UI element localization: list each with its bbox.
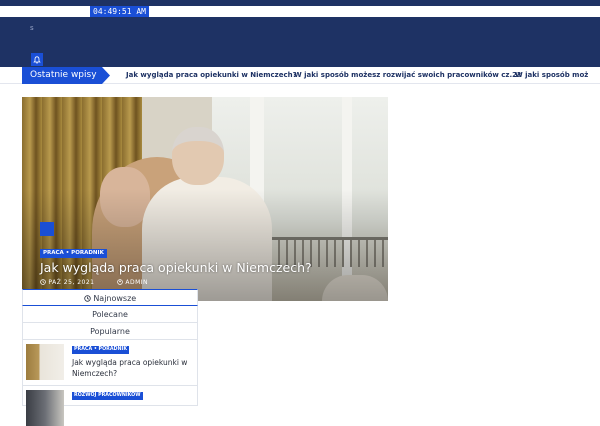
tab-featured[interactable]: Polecane (22, 306, 198, 323)
hero-date: PAŹ 25, 2021 (40, 279, 107, 286)
hero-date-text: PAŹ 25, 2021 (48, 279, 95, 286)
notification-button[interactable] (31, 53, 43, 66)
ticker-label: Ostatnie wpisy (22, 67, 110, 84)
clock-icon (40, 279, 46, 285)
tab-latest-label: Najnowsze (93, 294, 137, 303)
post-thumbnail[interactable] (26, 344, 64, 380)
site-logo-mark[interactable]: s (30, 24, 34, 32)
post-title[interactable]: Jak wygląda praca opiekunki w Niemczech? (72, 357, 194, 379)
hero-author-text: ADMIN (125, 279, 149, 286)
hero-category-badge[interactable]: PRACA • PORADNIK (40, 249, 107, 258)
hero-meta: PAŹ 25, 2021 ADMIN (40, 279, 168, 286)
hero-title[interactable]: Jak wygląda praca opiekunki w Niemczech? (40, 260, 380, 275)
bell-icon (33, 55, 41, 64)
ticker-item[interactable]: W jaki sposób moż (515, 67, 588, 84)
clock-display: 04:49:51 AM (90, 6, 149, 17)
post-category-badge[interactable]: ROZWÓJ PRACOWNIKÓW (72, 392, 143, 400)
tab-latest[interactable]: Najnowsze (22, 289, 198, 306)
list-item[interactable]: PRACA • PORADNIK Jak wygląda praca opiek… (22, 340, 198, 386)
post-thumbnail[interactable] (26, 390, 64, 426)
post-category-badge[interactable]: PRACA • PORADNIK (72, 346, 130, 354)
posts-tabs: Najnowsze Polecane Popularne (22, 289, 198, 340)
user-icon (117, 279, 123, 285)
clock-icon (84, 295, 91, 302)
ticker-item[interactable]: Jak wygląda praca opiekunki w Niemczech? (126, 67, 297, 84)
tab-popular[interactable]: Popularne (22, 323, 198, 340)
site-header (0, 19, 600, 67)
tab-featured-label: Polecane (92, 310, 128, 319)
tab-popular-label: Popularne (90, 327, 130, 336)
format-icon (40, 222, 54, 236)
list-item[interactable]: ROZWÓJ PRACOWNIKÓW (22, 386, 198, 426)
featured-post[interactable]: PRACA • PORADNIK Jak wygląda praca opiek… (22, 97, 388, 301)
hero-author[interactable]: ADMIN (117, 279, 158, 286)
ticker-item[interactable]: W jaki sposób możesz rozwijać swoich pra… (294, 67, 521, 84)
